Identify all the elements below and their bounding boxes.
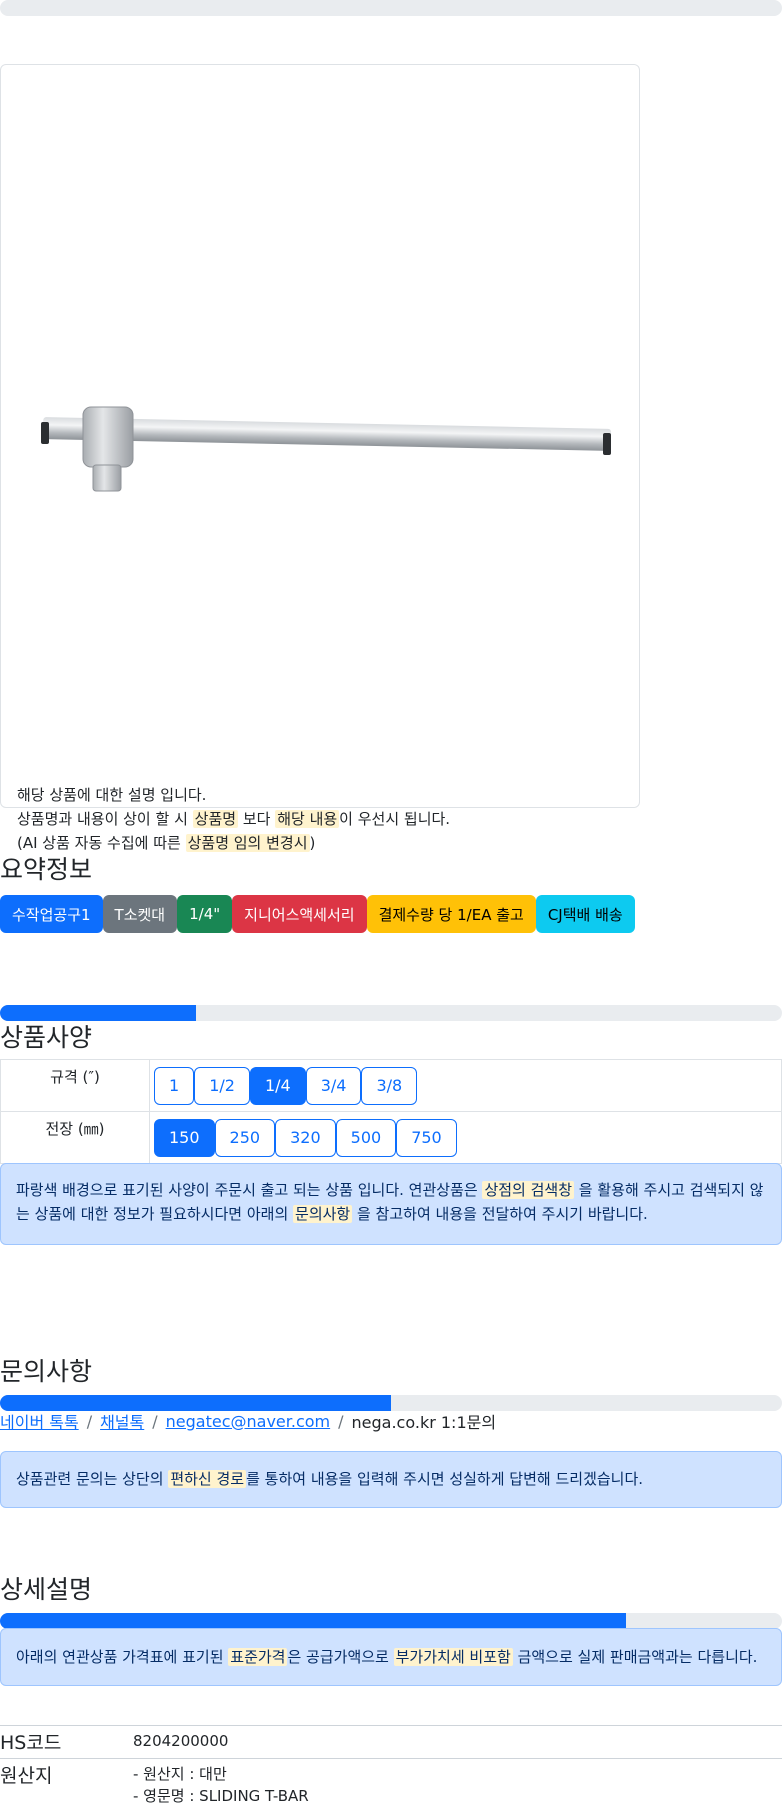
product-image — [41, 406, 612, 492]
spec-table: 규격 (″) 1 1/2 1/4 3/4 3/8 전장 (㎜) 150 250 … — [0, 1059, 782, 1164]
summary-badges: 수작업공구1 T소켓대 1/4" 지니어스액세서리 결제수량 당 1/EA 출고… — [0, 895, 635, 933]
detail-progress — [0, 1613, 782, 1629]
product-info-table: HS코드 8204200000 원산지 - 원산지 : 대만 - 영문명 : S… — [0, 1725, 782, 1808]
origin-country: - 원산지 : 대만 — [133, 1765, 227, 1783]
origin-english-name: - 영문명 : SLIDING T-BAR — [133, 1787, 309, 1805]
badge-size: 1/4" — [177, 895, 233, 933]
inquiry-notice: 상품관련 문의는 상단의 편하신 경로 를 통하여 내용을 입력해 주시면 성실하… — [0, 1451, 782, 1508]
info-row-origin: 원산지 - 원산지 : 대만 - 영문명 : SLIDING T-BAR — [0, 1759, 782, 1808]
badge-shipping: CJ택배 배송 — [535, 895, 635, 933]
product-description: 해당 상품에 대한 설명 입니다. 상품명과 내용이 상이 할 시 상품명 보다… — [17, 783, 450, 855]
inquiry-title: 문의사항 — [0, 1357, 93, 1386]
email-link[interactable]: negatec@naver.com — [166, 1412, 330, 1431]
spec-title: 상품사양 — [0, 1023, 93, 1052]
length-option-500[interactable]: 500 — [335, 1118, 397, 1157]
length-option-250[interactable]: 250 — [214, 1118, 276, 1157]
info-key-origin: 원산지 — [0, 1765, 53, 1787]
info-value-origin: - 원산지 : 대만 - 영문명 : SLIDING T-BAR — [133, 1759, 782, 1808]
spec-progress — [0, 1005, 782, 1021]
size-option-3-4[interactable]: 3/4 — [305, 1066, 362, 1105]
top-progress-track — [0, 0, 782, 16]
spec-row-length: 전장 (㎜) 150 250 320 500 750 — [0, 1112, 782, 1164]
inquiry-links: 네이버 톡톡 / 채널톡 / negatec@naver.com / nega.… — [0, 1409, 496, 1433]
link-separator: / — [86, 1411, 93, 1431]
detail-notice: 아래의 연관상품 가격표에 표기된 표준가격 은 공급가액으로 부가가치세 비포함… — [0, 1628, 782, 1686]
website-inquiry-text: nega.co.kr 1:1문의 — [351, 1413, 497, 1432]
channeltalk-link[interactable]: 채널톡 — [100, 1409, 144, 1433]
size-option-3-8[interactable]: 3/8 — [361, 1066, 418, 1105]
spec-label-length: 전장 (㎜) — [0, 1112, 150, 1163]
spec-options-size: 1 1/2 1/4 3/4 3/8 — [150, 1060, 782, 1111]
info-row-hscode: HS코드 8204200000 — [0, 1726, 782, 1759]
spec-label-size: 규격 (″) — [0, 1060, 150, 1111]
spec-row-size: 규격 (″) 1 1/2 1/4 3/4 3/8 — [0, 1060, 782, 1112]
length-option-320[interactable]: 320 — [275, 1118, 336, 1157]
desc-line-1: 해당 상품에 대한 설명 입니다. — [17, 786, 207, 804]
spec-options-length: 150 250 320 500 750 — [150, 1112, 782, 1163]
size-option-1-4[interactable]: 1/4 — [249, 1066, 306, 1105]
detail-title: 상세설명 — [0, 1575, 93, 1604]
badge-brand: 지니어스액세서리 — [232, 895, 367, 933]
size-option-1-2[interactable]: 1/2 — [194, 1066, 250, 1105]
desc-line-2: 상품명과 내용이 상이 할 시 상품명 보다 해당 내용 이 우선시 됩니다. — [17, 810, 451, 828]
length-option-150[interactable]: 150 — [154, 1118, 215, 1157]
summary-title: 요약정보 — [0, 855, 93, 884]
badge-category: 수작업공구1 — [0, 895, 103, 933]
length-option-750[interactable]: 750 — [396, 1118, 457, 1157]
link-separator: / — [152, 1411, 158, 1431]
link-separator: / — [338, 1411, 344, 1431]
badge-quantity: 결제수량 당 1/EA 출고 — [366, 895, 536, 933]
info-key-hscode: HS코드 — [0, 1732, 62, 1754]
product-image-card: 해당 상품에 대한 설명 입니다. 상품명과 내용이 상이 할 시 상품명 보다… — [0, 64, 640, 852]
info-value-hscode: 8204200000 — [133, 1732, 229, 1750]
spec-notice: 파랑색 배경으로 표기된 사양이 주문시 출고 되는 상품 입니다. 연관상품은… — [0, 1163, 782, 1245]
size-option-1[interactable]: 1 — [154, 1066, 195, 1105]
badge-type: T소켓대 — [102, 895, 178, 933]
naver-talktalk-link[interactable]: 네이버 톡톡 — [0, 1409, 79, 1433]
